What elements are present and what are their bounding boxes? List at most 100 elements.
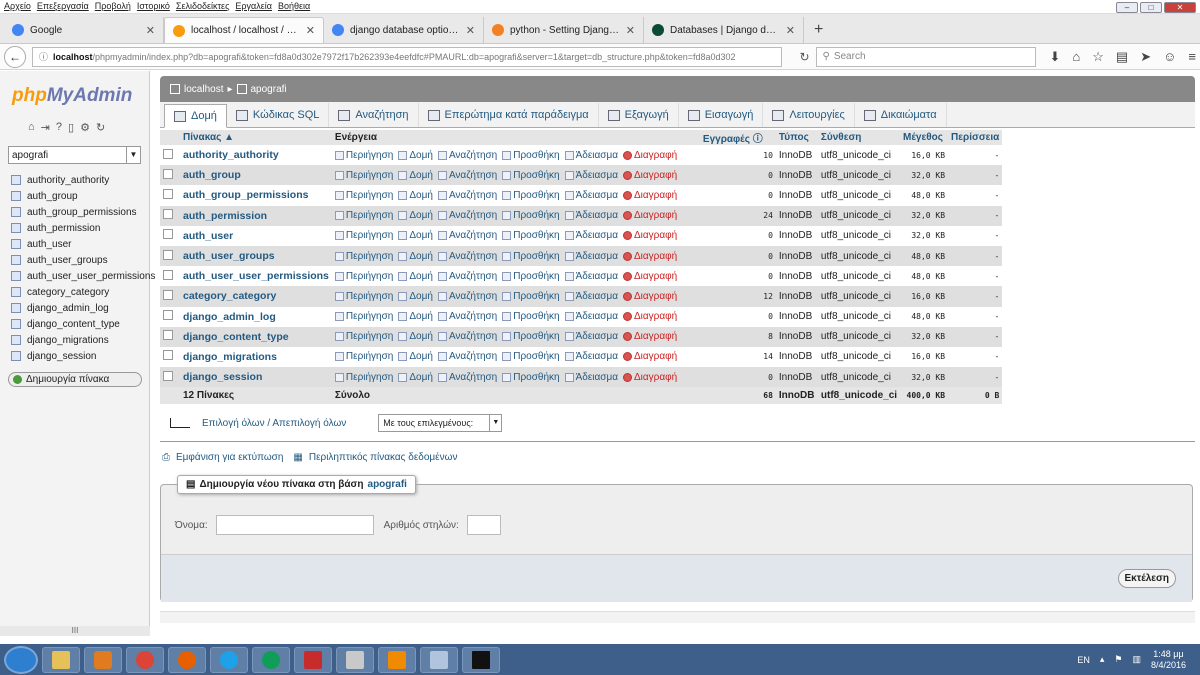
tray-expand-icon[interactable]: ▴: [1100, 654, 1105, 665]
check-all-link[interactable]: Επιλογή όλων / Απεπιλογή όλων: [202, 418, 346, 429]
tab-privileges[interactable]: Δικαιώματα: [855, 103, 947, 127]
action-insert[interactable]: Προσθήκη: [502, 170, 560, 181]
settings-icon[interactable]: ⚙: [80, 121, 90, 134]
action-empty[interactable]: Άδειασμα: [564, 351, 618, 362]
action-search[interactable]: Αναζήτηση: [437, 251, 497, 262]
action-drop[interactable]: Διαγραφή: [623, 311, 677, 322]
print-view-link[interactable]: Εμφάνιση για εκτύπωση: [176, 452, 283, 463]
table-name-link[interactable]: django_session: [180, 367, 332, 388]
url-bar[interactable]: ⓘ localhost /phpmyadmin/index.php?db=apo…: [32, 46, 782, 67]
logout-icon[interactable]: ⇥: [41, 121, 50, 134]
hamburger-menu-icon[interactable]: ≡: [1188, 49, 1196, 65]
sidebar-table-item[interactable]: django_content_type: [0, 316, 149, 332]
action-empty[interactable]: Άδειασμα: [564, 190, 618, 201]
taskbar-media[interactable]: [84, 646, 122, 673]
sidebar-table-item[interactable]: auth_group: [0, 188, 149, 204]
action-empty[interactable]: Άδειασμα: [564, 372, 618, 383]
action-empty[interactable]: Άδειασμα: [564, 170, 618, 181]
sidebar-table-item[interactable]: auth_group_permissions: [0, 204, 149, 220]
close-icon[interactable]: ✕: [146, 24, 155, 37]
docs-icon[interactable]: ▯: [68, 121, 74, 134]
action-structure[interactable]: Δομή: [398, 291, 433, 302]
action-drop[interactable]: Διαγραφή: [623, 351, 677, 362]
sidebar-table-item[interactable]: category_category: [0, 284, 149, 300]
home-icon[interactable]: ⌂: [28, 121, 35, 134]
action-insert[interactable]: Προσθήκη: [502, 190, 560, 201]
action-empty[interactable]: Άδειασμα: [564, 251, 618, 262]
sidebar-table-item[interactable]: django_session: [0, 348, 149, 364]
action-insert[interactable]: Προσθήκη: [502, 251, 560, 262]
back-button[interactable]: ←: [4, 45, 26, 68]
table-name-link[interactable]: django_migrations: [180, 346, 332, 368]
row-checkbox[interactable]: [163, 229, 173, 240]
action-insert[interactable]: Προσθήκη: [502, 311, 560, 322]
database-select[interactable]: apografi ▼: [8, 146, 141, 164]
sidebar-table-item[interactable]: authority_authority: [0, 172, 149, 188]
menu-item[interactable]: Ιστορικό: [137, 1, 170, 12]
tab-operations[interactable]: Λειτουργίες: [763, 103, 855, 127]
browser-tab[interactable]: Databases | Django docum... ✕: [644, 17, 804, 43]
sidebar-table-item[interactable]: auth_permission: [0, 220, 149, 236]
column-header-size[interactable]: Μέγεθος: [900, 130, 949, 145]
maximize-button[interactable]: □: [1140, 2, 1162, 13]
row-checkbox[interactable]: [163, 168, 173, 179]
action-insert[interactable]: Προσθήκη: [502, 230, 560, 241]
column-header-table[interactable]: Πίνακας ▲: [180, 130, 332, 145]
table-name-link[interactable]: auth_user_user_permissions: [180, 266, 332, 287]
action-structure[interactable]: Δομή: [398, 170, 433, 181]
tab-import[interactable]: Εισαγωγή: [679, 103, 764, 127]
action-search[interactable]: Αναζήτηση: [437, 170, 497, 181]
sidebar-table-item[interactable]: auth_user_groups: [0, 252, 149, 268]
action-browse[interactable]: Περιήγηση: [334, 251, 393, 262]
action-structure[interactable]: Δομή: [398, 351, 433, 362]
home-icon[interactable]: ⌂: [1072, 49, 1080, 65]
bookmark-star-icon[interactable]: ☆: [1092, 49, 1104, 65]
table-name-link[interactable]: django_content_type: [180, 326, 332, 347]
search-input[interactable]: ⚲ Search: [815, 46, 1036, 67]
action-browse[interactable]: Περιήγηση: [334, 170, 393, 181]
sidebar-table-item[interactable]: django_migrations: [0, 332, 149, 348]
sidebar-table-item[interactable]: auth_user: [0, 236, 149, 252]
network-icon[interactable]: ▥: [1132, 654, 1141, 665]
row-checkbox[interactable]: [163, 269, 173, 280]
close-window-button[interactable]: ✕: [1164, 2, 1196, 13]
send-icon[interactable]: ➤: [1140, 49, 1151, 65]
action-browse[interactable]: Περιήγηση: [334, 150, 393, 161]
action-insert[interactable]: Προσθήκη: [502, 150, 560, 161]
row-checkbox[interactable]: [163, 209, 173, 220]
tab-search[interactable]: Αναζήτηση: [329, 103, 419, 127]
action-structure[interactable]: Δομή: [398, 190, 433, 201]
taskbar-pen[interactable]: [336, 646, 374, 673]
browser-tab[interactable]: Google ✕: [4, 17, 164, 43]
go-button[interactable]: Εκτέλεση: [1117, 569, 1176, 588]
action-structure[interactable]: Δομή: [398, 311, 433, 322]
action-empty[interactable]: Άδειασμα: [564, 150, 618, 161]
action-browse[interactable]: Περιήγηση: [334, 210, 393, 221]
menu-item[interactable]: Επεξεργασία: [37, 1, 89, 12]
tab-query[interactable]: Επερώτημα κατά παράδειγμα: [419, 103, 599, 127]
row-checkbox[interactable]: [163, 289, 173, 300]
action-structure[interactable]: Δομή: [398, 271, 433, 282]
create-table-button[interactable]: Δημιουργία πίνακα: [8, 372, 142, 387]
menu-item[interactable]: Εργαλεία: [235, 1, 272, 12]
sidebar-table-item[interactable]: auth_user_user_permissions: [0, 268, 155, 284]
close-icon[interactable]: ✕: [306, 24, 315, 37]
table-name-link[interactable]: auth_user: [180, 225, 332, 246]
reload-icon[interactable]: ↻: [96, 121, 105, 134]
tab-export[interactable]: Εξαγωγή: [599, 103, 679, 127]
action-insert[interactable]: Προσθήκη: [502, 351, 560, 362]
taskbar-ie[interactable]: [210, 646, 248, 673]
action-browse[interactable]: Περιήγηση: [334, 271, 393, 282]
action-empty[interactable]: Άδειασμα: [564, 230, 618, 241]
download-icon[interactable]: ⬇: [1050, 49, 1061, 65]
taskbar-chrome[interactable]: [126, 646, 164, 673]
menu-item[interactable]: Σελιδοδείκτες: [176, 1, 230, 12]
minimize-button[interactable]: –: [1116, 2, 1138, 13]
row-checkbox[interactable]: [163, 350, 173, 361]
action-structure[interactable]: Δομή: [398, 331, 433, 342]
action-empty[interactable]: Άδειασμα: [564, 291, 618, 302]
tab-sql[interactable]: Κώδικας SQL: [227, 103, 330, 127]
clock[interactable]: 1:48 μμ 8/4/2016: [1151, 649, 1186, 671]
action-insert[interactable]: Προσθήκη: [502, 372, 560, 383]
action-insert[interactable]: Προσθήκη: [502, 331, 560, 342]
